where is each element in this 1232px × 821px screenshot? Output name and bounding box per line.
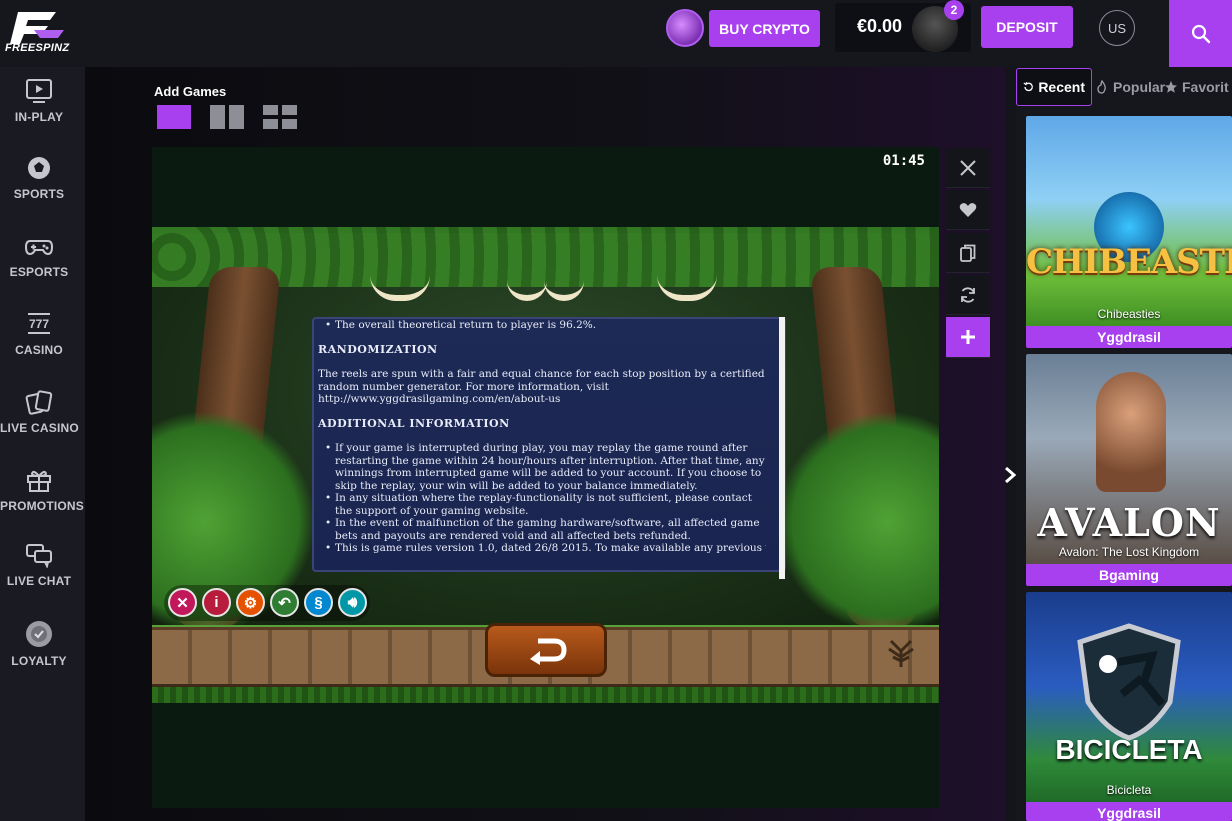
slot-777-icon: 777 <box>28 313 50 334</box>
copy-icon <box>960 244 976 262</box>
star-icon <box>1165 81 1177 93</box>
close-icon <box>960 159 976 176</box>
layout-quad-button[interactable] <box>263 105 297 129</box>
flame-icon <box>1097 80 1106 94</box>
yggdrasil-tree-icon <box>888 639 914 667</box>
balance-amount: €0.00 <box>857 16 903 36</box>
add-games-label: Add Games <box>154 84 227 99</box>
layout-double-button[interactable] <box>210 105 244 129</box>
chevron-right-icon[interactable] <box>1003 465 1017 485</box>
session-timer: 01:45 <box>882 153 925 169</box>
sidebar-item-live-chat[interactable]: LIVE CHAT <box>0 542 78 590</box>
buy-crypto-button[interactable]: BUY CRYPTO <box>709 10 820 47</box>
soccer-ball-icon <box>28 157 50 179</box>
game-card[interactable]: AVALON Avalon: The Lost Kingdom Bgaming <box>1026 354 1232 586</box>
undo-icon[interactable]: ↶ <box>270 588 299 617</box>
return-arrow-icon <box>530 638 567 665</box>
tab-recent[interactable]: Recent <box>1016 68 1092 106</box>
sidebar-item-label: LIVE CASINO <box>0 421 79 435</box>
rules-heading-randomization: RANDOMIZATION <box>318 342 438 356</box>
sidebar-item-label: PROMOTIONS <box>0 499 85 513</box>
rules-text: The overall theoretical return to player… <box>318 319 766 555</box>
chat-icon <box>26 544 52 568</box>
rules-randomization-text: The reels are spun with a fair and equal… <box>318 368 765 405</box>
game-frame[interactable]: 01:45 The overall theoretical return to … <box>152 147 939 808</box>
loyalty-medal-icon <box>26 621 52 647</box>
rules-scrollbar[interactable] <box>779 317 785 579</box>
sidebar-item-casino[interactable]: 777 CASINO <box>0 311 78 359</box>
close-x-icon[interactable]: ✕ <box>168 588 197 617</box>
play-screen-icon <box>26 79 52 103</box>
rules-bullet: If your game is interrupted during play,… <box>318 442 766 492</box>
rules-rtp-line: The overall theoretical return to player… <box>318 319 766 332</box>
grass-bottom <box>152 687 939 703</box>
tab-label: Favorit <box>1182 79 1229 95</box>
sidebar-item-label: CASINO <box>15 343 63 357</box>
search-icon <box>1191 24 1210 43</box>
king-figure <box>1096 372 1166 492</box>
language-selector[interactable]: US <box>1099 10 1135 46</box>
deposit-button[interactable]: DEPOSIT <box>981 6 1073 48</box>
rules-heading-additional: ADDITIONAL INFORMATION <box>318 416 510 430</box>
drawer-handle[interactable] <box>1005 67 1016 821</box>
close-game-button[interactable] <box>946 148 990 188</box>
favorite-game-button[interactable] <box>946 190 990 230</box>
refresh-icon <box>961 286 975 303</box>
sidebar-item-esports[interactable]: ESPORTS <box>0 233 78 281</box>
paragraph-icon[interactable]: § <box>304 588 333 617</box>
history-icon <box>1023 81 1033 92</box>
info-icon[interactable]: i <box>202 588 231 617</box>
sidebar-item-label: LOYALTY <box>11 654 67 668</box>
rules-bullet: In the event of malfunction of the gamin… <box>318 517 766 542</box>
sound-icon[interactable]: 🔊︎ <box>338 588 367 617</box>
top-bar: FREESPINZ BUY CRYPTO €0.00 2 DEPOSIT US <box>0 0 1232 67</box>
sidebar-item-in-play[interactable]: IN-PLAY <box>0 78 78 126</box>
layout-single-button[interactable] <box>157 105 191 129</box>
sidebar-item-label: ESPORTS <box>9 265 69 279</box>
game-provider: Yggdrasil <box>1026 802 1232 821</box>
game-title: Chibeasties <box>1097 307 1161 321</box>
gamepad-icon <box>25 240 53 256</box>
game-title: Avalon: The Lost Kingdom <box>1058 545 1200 559</box>
shield-crest-icon <box>1077 623 1181 741</box>
game-art-title: CHIBEASTIES <box>1026 242 1232 282</box>
gift-icon <box>27 470 51 492</box>
tab-favorites[interactable]: Favorit <box>1164 68 1229 106</box>
notification-badge: 2 <box>944 0 964 20</box>
back-to-game-button[interactable] <box>485 623 607 677</box>
crypto-orb-icon[interactable] <box>666 9 704 47</box>
reload-game-button[interactable] <box>946 275 990 315</box>
sidebar-item-loyalty[interactable]: LOYALTY <box>0 620 78 670</box>
bush-right <box>779 407 939 637</box>
game-card[interactable]: CHIBEASTIES Chibeasties Yggdrasil <box>1026 116 1232 348</box>
game-provider: Bgaming <box>1026 564 1232 586</box>
search-button[interactable] <box>1169 0 1232 67</box>
sidebar-item-label: LIVE CHAT <box>6 574 72 588</box>
sidebar-item-sports[interactable]: SPORTS <box>0 155 78 203</box>
logo-text: FREESPINZ <box>5 42 70 54</box>
game-art-title: AVALON <box>1037 500 1221 545</box>
sidebar-item-label: SPORTS <box>13 187 65 201</box>
svg-text:777: 777 <box>29 317 49 331</box>
add-game-button[interactable] <box>946 317 990 358</box>
sidebar-item-live-casino[interactable]: LIVE CASINO <box>0 389 79 437</box>
game-art-title: BICICLETA <box>1055 734 1203 765</box>
rules-bullet: In any situation where the replay-functi… <box>318 492 766 517</box>
sidebar-item-label: IN-PLAY <box>14 110 64 124</box>
game-menu-bar: ✕ i ⚙ ↶ § 🔊︎ <box>164 585 370 621</box>
tab-popular[interactable]: Popular <box>1096 68 1165 106</box>
cards-icon <box>25 390 53 415</box>
plus-icon <box>961 330 975 344</box>
tab-label: Popular <box>1113 79 1166 95</box>
settings-icon[interactable]: ⚙ <box>236 588 265 617</box>
game-card[interactable]: BICICLETA Bicicleta Yggdrasil <box>1026 592 1232 821</box>
tab-label: Recent <box>1038 79 1085 95</box>
game-provider: Yggdrasil <box>1026 326 1232 348</box>
heart-icon <box>959 202 977 217</box>
duplicate-game-button[interactable] <box>946 233 990 273</box>
sidebar-item-promotions[interactable]: PROMOTIONS <box>0 467 84 515</box>
game-title: Bicicleta <box>1106 783 1152 797</box>
rules-bullet: This is game rules version 1.0, dated 26… <box>318 542 766 555</box>
